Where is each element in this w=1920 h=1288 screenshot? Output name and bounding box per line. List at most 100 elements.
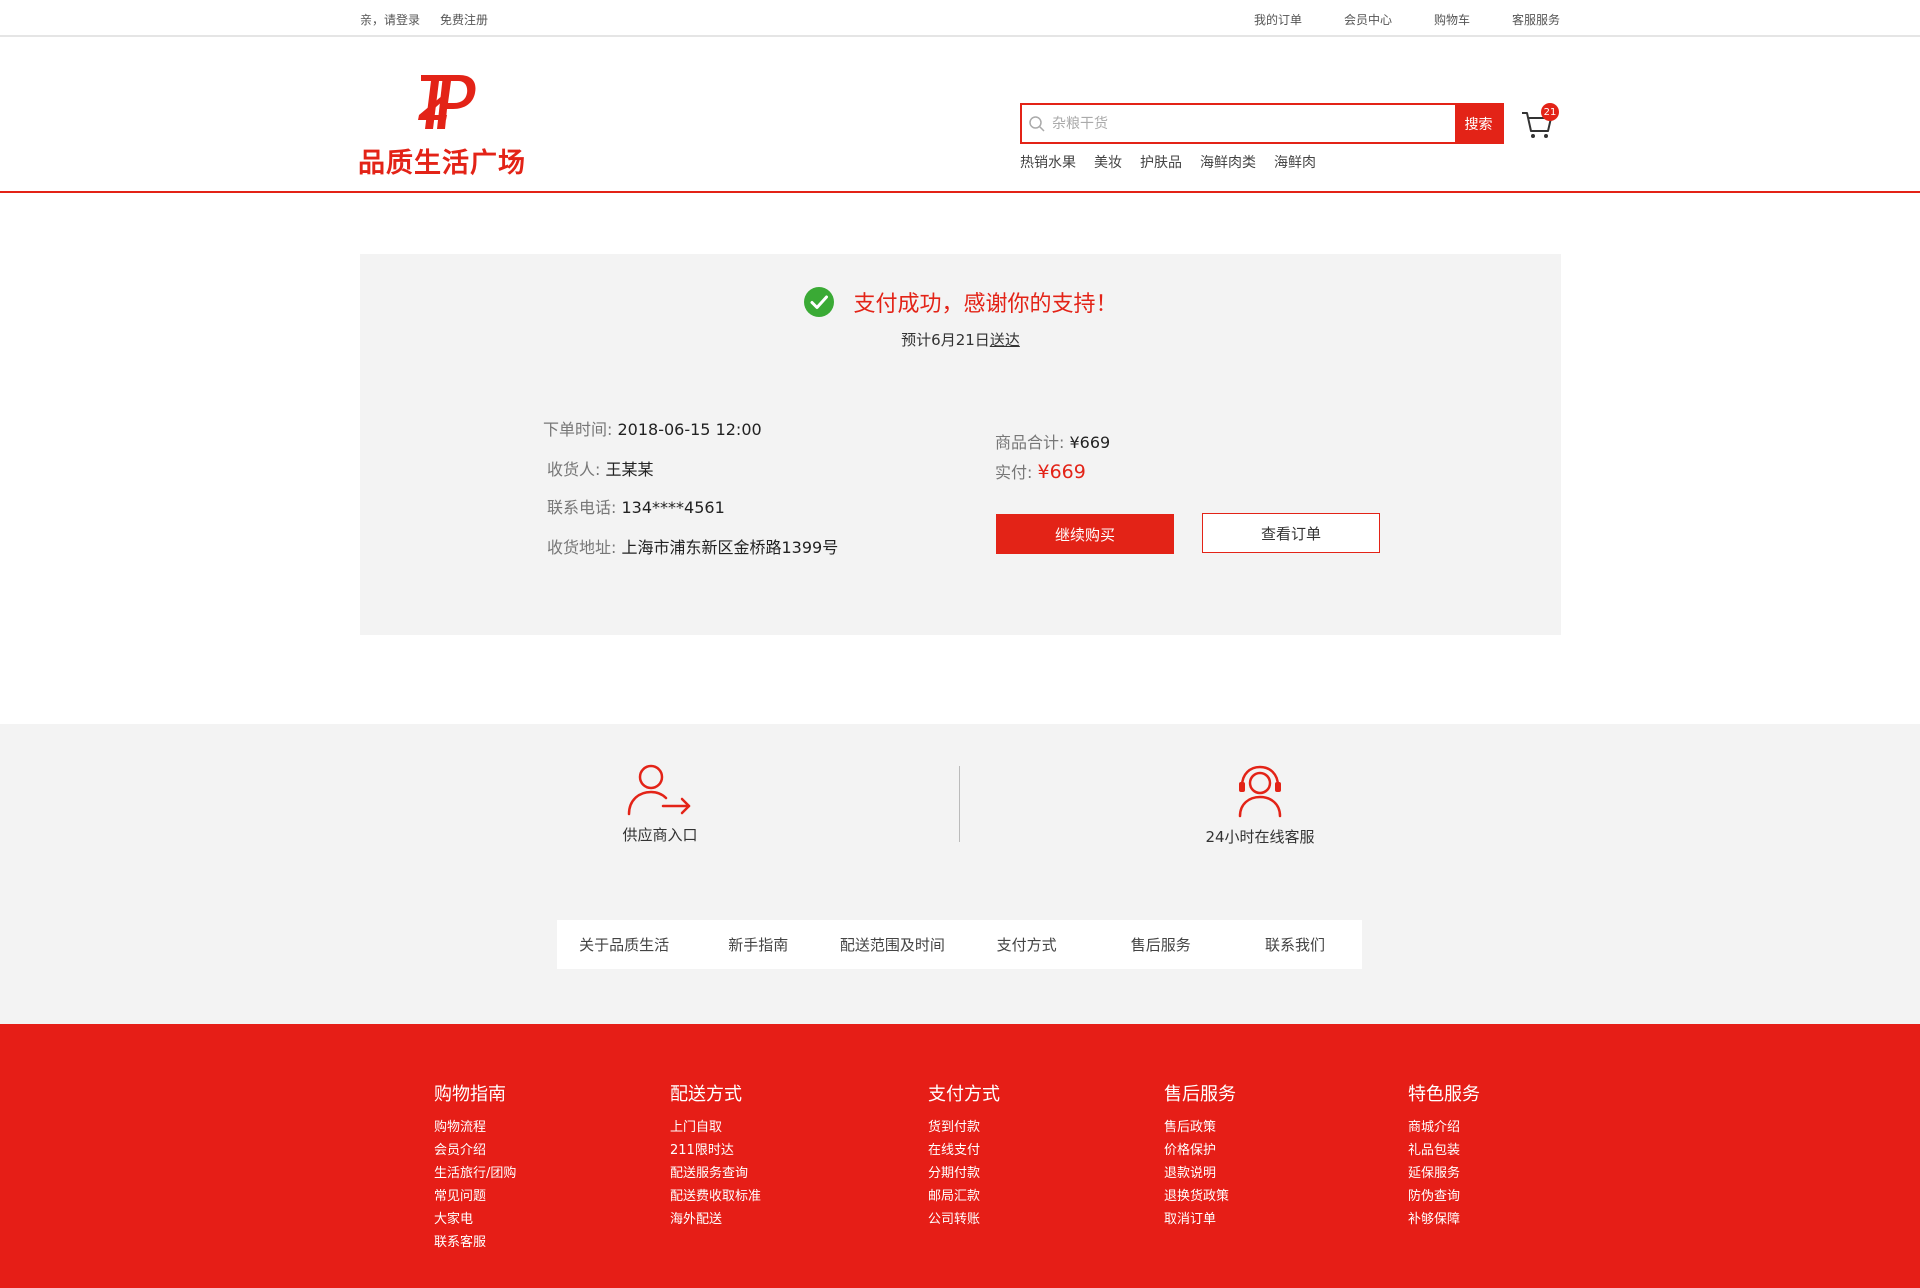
customer-service-link[interactable]: 客服服务: [1512, 11, 1560, 28]
subtotal-value: ¥669: [1069, 433, 1111, 452]
search-input[interactable]: [1052, 105, 1455, 142]
phone-label: 联系电话:: [547, 498, 617, 517]
hot-link-seafood[interactable]: 海鲜肉: [1274, 152, 1316, 172]
site-logo[interactable]: 品质生活广场: [358, 67, 538, 179]
footer-link[interactable]: 分期付款: [928, 1162, 1000, 1185]
hot-search-links: 热销水果 美妆 护肤品 海鲜肉类 海鲜肉: [1020, 152, 1316, 172]
footer-col-after-sales: 售后服务 售后政策 价格保护 退款说明 退换货政策 取消订单: [1164, 1080, 1236, 1231]
footer-link[interactable]: 常见问题: [434, 1185, 516, 1208]
hot-link-fruit[interactable]: 热销水果: [1020, 152, 1076, 172]
footer-link[interactable]: 商城介绍: [1408, 1116, 1480, 1139]
receiver-value: 王某某: [605, 460, 654, 479]
nav-about[interactable]: 关于品质生活: [557, 934, 691, 955]
footer-col-title: 支付方式: [928, 1084, 1000, 1105]
footer-col-title: 购物指南: [434, 1084, 506, 1105]
footer-link[interactable]: 取消订单: [1164, 1208, 1236, 1231]
view-order-button[interactable]: 查看订单: [1202, 513, 1380, 553]
nav-payment[interactable]: 支付方式: [960, 934, 1094, 955]
phone-row: 联系电话: 134****4561: [547, 494, 725, 518]
login-link[interactable]: 亲，请登录: [360, 11, 420, 28]
footer-link[interactable]: 防伪查询: [1408, 1185, 1480, 1208]
service-divider: [959, 766, 960, 842]
nav-delivery-range[interactable]: 配送范围及时间: [825, 934, 959, 955]
search-bar: 搜索: [1020, 103, 1504, 144]
address-label: 收货地址:: [547, 538, 617, 557]
success-header: 支付成功，感谢你的支持！: [360, 286, 1561, 318]
register-link[interactable]: 免费注册: [440, 11, 488, 28]
footer-col-payment: 支付方式 货到付款 在线支付 分期付款 邮局汇款 公司转账: [928, 1080, 1000, 1231]
subtotal-row: 商品合计: ¥669: [995, 429, 1110, 453]
footer-col-delivery: 配送方式 上门自取 211限时达 配送服务查询 配送费收取标准 海外配送: [670, 1080, 761, 1231]
supplier-label: 供应商入口: [622, 826, 698, 844]
footer-link[interactable]: 会员介绍: [434, 1139, 516, 1162]
footer-link[interactable]: 公司转账: [928, 1208, 1000, 1231]
headset-support-icon: [1238, 765, 1282, 818]
top-bar-left: 亲，请登录 免费注册: [360, 11, 488, 28]
subtotal-label: 商品合计:: [995, 433, 1065, 452]
online-support-entry[interactable]: 24小时在线客服: [1160, 764, 1360, 847]
footer-link[interactable]: 延保服务: [1408, 1162, 1480, 1185]
search-icon: [1022, 105, 1052, 142]
logo-text: 品质生活广场: [358, 148, 526, 179]
footer-link[interactable]: 邮局汇款: [928, 1185, 1000, 1208]
success-message: 支付成功，感谢你的支持！: [853, 292, 1118, 317]
footer-link[interactable]: 礼品包装: [1408, 1139, 1480, 1162]
payment-success-panel: 支付成功，感谢你的支持！ 预计6月21日送达 下单时间: 2018-06-15 …: [360, 254, 1561, 635]
continue-shopping-button[interactable]: 继续购买: [996, 514, 1174, 554]
receiver-row: 收货人: 王某某: [547, 456, 654, 480]
delivery-eta: 预计6月21日送达: [360, 329, 1561, 350]
supplier-entry[interactable]: 供应商入口: [560, 764, 760, 845]
footer-link[interactable]: 211限时达: [670, 1139, 761, 1162]
success-check-icon: [804, 287, 835, 317]
footer-link[interactable]: 货到付款: [928, 1116, 1000, 1139]
footer-link[interactable]: 售后政策: [1164, 1116, 1236, 1139]
footer-link[interactable]: 生活旅行/团购: [434, 1162, 516, 1185]
hot-link-skincare[interactable]: 护肤品: [1140, 152, 1182, 172]
paid-label: 实付:: [995, 463, 1033, 482]
hot-link-seafood-meat[interactable]: 海鲜肉类: [1200, 152, 1256, 172]
footer-col-title: 特色服务: [1408, 1084, 1480, 1105]
supplier-user-arrow-icon: [627, 764, 691, 816]
footer-col-shopping-guide: 购物指南 购物流程 会员介绍 生活旅行/团购 常见问题 大家电 联系客服: [434, 1080, 516, 1254]
footer-link[interactable]: 联系客服: [434, 1231, 516, 1254]
search-button[interactable]: 搜索: [1455, 105, 1502, 142]
site-header: 品质生活广场 搜索 21 热销水果 美妆 护肤品 海鲜肉类 海鲜肉: [0, 37, 1920, 193]
service-section: 供应商入口 24小时在线客服 关于品质生活 新手指南 配送范围及时间 支付方式 …: [0, 724, 1920, 1024]
footer-link[interactable]: 退换货政策: [1164, 1185, 1236, 1208]
logo-mark-icon: [418, 75, 476, 129]
cart-count-badge: 21: [1541, 103, 1559, 121]
eta-date: 预计6月21日: [901, 331, 990, 349]
footer-col-title: 售后服务: [1164, 1084, 1236, 1105]
top-bar-right: 我的订单 会员中心 购物车 客服服务: [1254, 11, 1560, 28]
footer-link[interactable]: 价格保护: [1164, 1139, 1236, 1162]
my-orders-link[interactable]: 我的订单: [1254, 11, 1302, 28]
nav-contact[interactable]: 联系我们: [1228, 934, 1362, 955]
online-support-label: 24小时在线客服: [1205, 828, 1315, 846]
eta-delivered: 送达: [989, 331, 1020, 349]
footer-link[interactable]: 在线支付: [928, 1139, 1000, 1162]
footer-link[interactable]: 补够保障: [1408, 1208, 1480, 1231]
member-center-link[interactable]: 会员中心: [1344, 11, 1392, 28]
footer-link[interactable]: 海外配送: [670, 1208, 761, 1231]
receiver-label: 收货人:: [547, 460, 601, 479]
footer-link[interactable]: 上门自取: [670, 1116, 761, 1139]
footer-link[interactable]: 大家电: [434, 1208, 516, 1231]
address-value: 上海市浦东新区金桥路1399号: [621, 538, 839, 557]
paid-row: 实付: ¥669: [995, 459, 1086, 483]
phone-value: 134****4561: [621, 498, 725, 517]
paid-value: ¥669: [1037, 461, 1086, 483]
address-row: 收货地址: 上海市浦东新区金桥路1399号: [547, 534, 838, 558]
order-time-label: 下单时间:: [543, 420, 613, 439]
cart-link[interactable]: 购物车: [1434, 11, 1470, 28]
nav-after-sales[interactable]: 售后服务: [1094, 934, 1228, 955]
top-bar: 亲，请登录 免费注册 我的订单 会员中心 购物车 客服服务: [0, 0, 1920, 37]
cart-button[interactable]: 21: [1520, 103, 1560, 147]
hot-link-makeup[interactable]: 美妆: [1094, 152, 1122, 172]
order-time-row: 下单时间: 2018-06-15 12:00: [543, 416, 762, 440]
footer-link[interactable]: 购物流程: [434, 1116, 516, 1139]
info-nav: 关于品质生活 新手指南 配送范围及时间 支付方式 售后服务 联系我们: [557, 920, 1362, 969]
footer-link[interactable]: 配送费收取标准: [670, 1185, 761, 1208]
footer-link[interactable]: 配送服务查询: [670, 1162, 761, 1185]
nav-guide[interactable]: 新手指南: [691, 934, 825, 955]
footer-link[interactable]: 退款说明: [1164, 1162, 1236, 1185]
